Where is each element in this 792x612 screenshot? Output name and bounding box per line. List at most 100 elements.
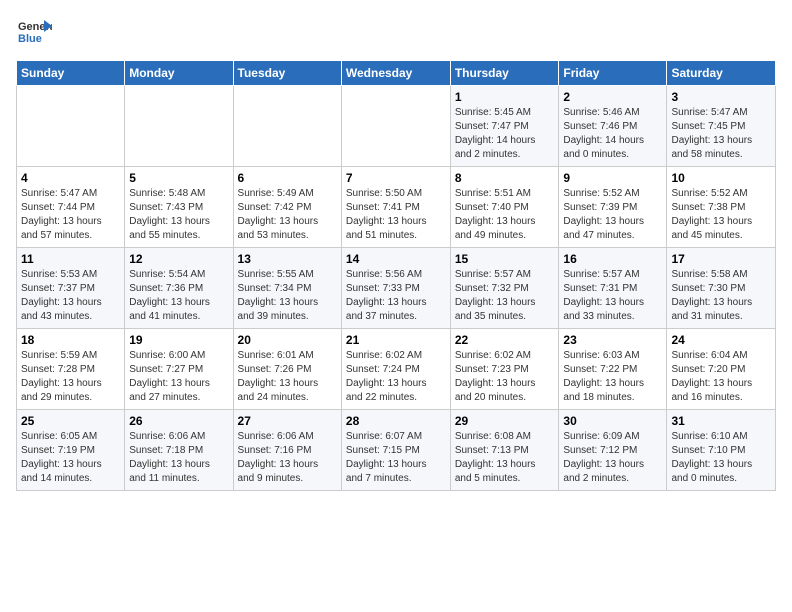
day-number: 19 — [129, 333, 228, 347]
logo-icon: General Blue — [16, 16, 52, 52]
day-cell-12: 12 Sunrise: 5:54 AM Sunset: 7:36 PM Dayli… — [125, 248, 233, 329]
day-cell-31: 31Sunrise: 6:10 AM Sunset: 7:10 PM Dayli… — [667, 410, 776, 491]
day-number: 21 — [346, 333, 446, 347]
day-number: 23 — [563, 333, 662, 347]
day-number: 30 — [563, 414, 662, 428]
day-number: 17 — [671, 252, 771, 266]
col-header-tuesday: Tuesday — [233, 61, 341, 86]
day-number: 15 — [455, 252, 555, 266]
day-info: Sunrise: 5:49 AM Sunset: 7:42 PM Dayligh… — [238, 187, 337, 243]
week-row-2: 4 Sunrise: 5:47 AM Sunset: 7:44 PM Daylig… — [17, 167, 776, 248]
day-cell-9: 9Sunrise: 5:52 AM Sunset: 7:39 PM Daylig… — [559, 167, 667, 248]
day-info: Sunrise: 5:47 AM Sunset: 7:44 PM Dayligh… — [21, 187, 120, 243]
day-number: 9 — [563, 171, 662, 185]
day-info: Sunrise: 6:06 AM Sunset: 7:18 PM Dayligh… — [129, 430, 228, 486]
col-header-sunday: Sunday — [17, 61, 125, 86]
day-info: Sunrise: 5:56 AM Sunset: 7:33 PM Dayligh… — [346, 268, 446, 324]
calendar-table: SundayMondayTuesdayWednesdayThursdayFrid… — [16, 60, 776, 491]
day-number: 2 — [563, 90, 662, 104]
day-cell-20: 20 Sunrise: 6:01 AM Sunset: 7:26 PM Dayli… — [233, 329, 341, 410]
day-cell-3: 3Sunrise: 5:47 AM Sunset: 7:45 PM Daylig… — [667, 86, 776, 167]
col-header-wednesday: Wednesday — [341, 61, 450, 86]
day-cell-26: 26 Sunrise: 6:06 AM Sunset: 7:18 PM Dayli… — [125, 410, 233, 491]
day-cell-19: 19 Sunrise: 6:00 AM Sunset: 7:27 PM Dayli… — [125, 329, 233, 410]
day-info: Sunrise: 5:50 AM Sunset: 7:41 PM Dayligh… — [346, 187, 446, 243]
day-info: Sunrise: 5:53 AM Sunset: 7:37 PM Dayligh… — [21, 268, 120, 324]
day-cell-8: 8Sunrise: 5:51 AM Sunset: 7:40 PM Daylig… — [450, 167, 559, 248]
day-info: Sunrise: 5:52 AM Sunset: 7:38 PM Dayligh… — [671, 187, 771, 243]
day-info: Sunrise: 5:51 AM Sunset: 7:40 PM Dayligh… — [455, 187, 555, 243]
day-cell-28: 28 Sunrise: 6:07 AM Sunset: 7:15 PM Dayli… — [341, 410, 450, 491]
day-number: 4 — [21, 171, 120, 185]
day-number: 25 — [21, 414, 120, 428]
day-number: 31 — [671, 414, 771, 428]
empty-cell — [341, 86, 450, 167]
day-number: 27 — [238, 414, 337, 428]
day-info: Sunrise: 6:04 AM Sunset: 7:20 PM Dayligh… — [671, 349, 771, 405]
col-header-monday: Monday — [125, 61, 233, 86]
day-cell-30: 30 Sunrise: 6:09 AM Sunset: 7:12 PM Dayli… — [559, 410, 667, 491]
day-info: Sunrise: 5:55 AM Sunset: 7:34 PM Dayligh… — [238, 268, 337, 324]
day-number: 26 — [129, 414, 228, 428]
day-number: 3 — [671, 90, 771, 104]
day-cell-16: 16 Sunrise: 5:57 AM Sunset: 7:31 PM Dayli… — [559, 248, 667, 329]
day-number: 13 — [238, 252, 337, 266]
day-info: Sunrise: 6:07 AM Sunset: 7:15 PM Dayligh… — [346, 430, 446, 486]
day-number: 24 — [671, 333, 771, 347]
day-info: Sunrise: 5:45 AM Sunset: 7:47 PM Dayligh… — [455, 106, 555, 162]
day-cell-29: 29Sunrise: 6:08 AM Sunset: 7:13 PM Dayli… — [450, 410, 559, 491]
day-cell-15: 15Sunrise: 5:57 AM Sunset: 7:32 PM Dayli… — [450, 248, 559, 329]
week-row-3: 11 Sunrise: 5:53 AM Sunset: 7:37 PM Dayli… — [17, 248, 776, 329]
logo: General Blue — [16, 16, 52, 52]
day-cell-14: 14Sunrise: 5:56 AM Sunset: 7:33 PM Dayli… — [341, 248, 450, 329]
day-number: 5 — [129, 171, 228, 185]
day-number: 20 — [238, 333, 337, 347]
day-cell-5: 5 Sunrise: 5:48 AM Sunset: 7:43 PM Daylig… — [125, 167, 233, 248]
day-info: Sunrise: 5:46 AM Sunset: 7:46 PM Dayligh… — [563, 106, 662, 162]
day-cell-2: 2 Sunrise: 5:46 AM Sunset: 7:46 PM Daylig… — [559, 86, 667, 167]
day-info: Sunrise: 6:02 AM Sunset: 7:24 PM Dayligh… — [346, 349, 446, 405]
col-header-friday: Friday — [559, 61, 667, 86]
day-cell-18: 18Sunrise: 5:59 AM Sunset: 7:28 PM Dayli… — [17, 329, 125, 410]
day-cell-13: 13 Sunrise: 5:55 AM Sunset: 7:34 PM Dayli… — [233, 248, 341, 329]
day-cell-22: 22 Sunrise: 6:02 AM Sunset: 7:23 PM Dayli… — [450, 329, 559, 410]
day-info: Sunrise: 6:06 AM Sunset: 7:16 PM Dayligh… — [238, 430, 337, 486]
day-cell-1: 1 Sunrise: 5:45 AM Sunset: 7:47 PM Daylig… — [450, 86, 559, 167]
day-number: 22 — [455, 333, 555, 347]
day-cell-21: 21 Sunrise: 6:02 AM Sunset: 7:24 PM Dayli… — [341, 329, 450, 410]
day-cell-4: 4 Sunrise: 5:47 AM Sunset: 7:44 PM Daylig… — [17, 167, 125, 248]
col-header-thursday: Thursday — [450, 61, 559, 86]
svg-text:Blue: Blue — [18, 33, 42, 45]
day-cell-24: 24 Sunrise: 6:04 AM Sunset: 7:20 PM Dayli… — [667, 329, 776, 410]
day-number: 12 — [129, 252, 228, 266]
day-number: 18 — [21, 333, 120, 347]
day-info: Sunrise: 5:48 AM Sunset: 7:43 PM Dayligh… — [129, 187, 228, 243]
day-info: Sunrise: 6:02 AM Sunset: 7:23 PM Dayligh… — [455, 349, 555, 405]
page-header: General Blue — [16, 16, 776, 52]
day-cell-23: 23 Sunrise: 6:03 AM Sunset: 7:22 PM Dayli… — [559, 329, 667, 410]
day-info: Sunrise: 6:01 AM Sunset: 7:26 PM Dayligh… — [238, 349, 337, 405]
day-number: 1 — [455, 90, 555, 104]
week-row-5: 25Sunrise: 6:05 AM Sunset: 7:19 PM Dayli… — [17, 410, 776, 491]
day-cell-27: 27 Sunrise: 6:06 AM Sunset: 7:16 PM Dayli… — [233, 410, 341, 491]
day-cell-7: 7Sunrise: 5:50 AM Sunset: 7:41 PM Daylig… — [341, 167, 450, 248]
empty-cell — [125, 86, 233, 167]
day-cell-11: 11 Sunrise: 5:53 AM Sunset: 7:37 PM Dayli… — [17, 248, 125, 329]
day-info: Sunrise: 6:09 AM Sunset: 7:12 PM Dayligh… — [563, 430, 662, 486]
day-cell-10: 10Sunrise: 5:52 AM Sunset: 7:38 PM Dayli… — [667, 167, 776, 248]
day-number: 28 — [346, 414, 446, 428]
day-number: 6 — [238, 171, 337, 185]
day-info: Sunrise: 5:54 AM Sunset: 7:36 PM Dayligh… — [129, 268, 228, 324]
day-cell-17: 17Sunrise: 5:58 AM Sunset: 7:30 PM Dayli… — [667, 248, 776, 329]
day-number: 11 — [21, 252, 120, 266]
days-header-row: SundayMondayTuesdayWednesdayThursdayFrid… — [17, 61, 776, 86]
empty-cell — [233, 86, 341, 167]
day-info: Sunrise: 6:03 AM Sunset: 7:22 PM Dayligh… — [563, 349, 662, 405]
day-info: Sunrise: 6:00 AM Sunset: 7:27 PM Dayligh… — [129, 349, 228, 405]
day-cell-25: 25Sunrise: 6:05 AM Sunset: 7:19 PM Dayli… — [17, 410, 125, 491]
week-row-4: 18Sunrise: 5:59 AM Sunset: 7:28 PM Dayli… — [17, 329, 776, 410]
day-number: 16 — [563, 252, 662, 266]
day-info: Sunrise: 5:57 AM Sunset: 7:31 PM Dayligh… — [563, 268, 662, 324]
col-header-saturday: Saturday — [667, 61, 776, 86]
day-cell-6: 6 Sunrise: 5:49 AM Sunset: 7:42 PM Daylig… — [233, 167, 341, 248]
